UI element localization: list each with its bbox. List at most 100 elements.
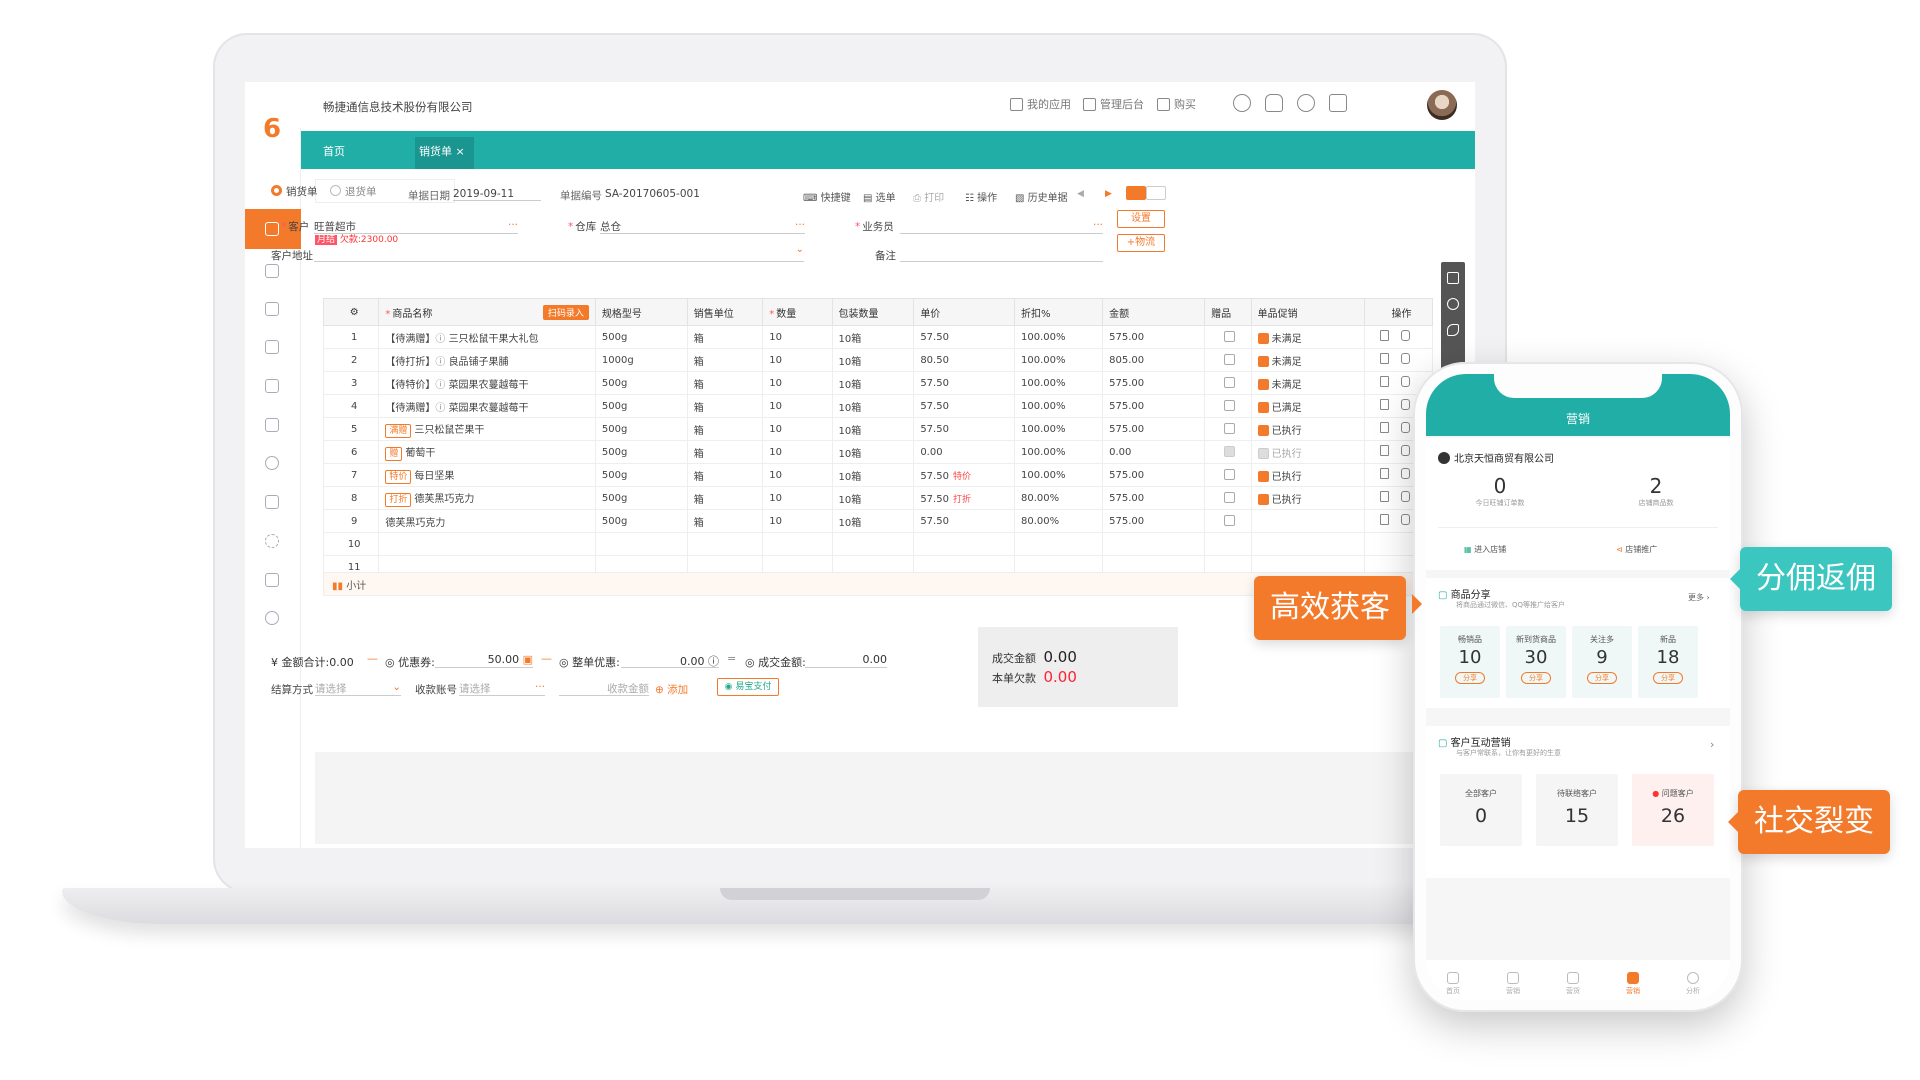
help-icon[interactable]	[1297, 94, 1315, 112]
warehouse-field[interactable]: 总仓 ···	[600, 216, 805, 234]
radio-sales-order[interactable]: 销货单	[271, 184, 318, 199]
promote-store-link[interactable]: ⊲ 店铺推广	[1616, 544, 1657, 555]
copy-icon[interactable]	[1401, 514, 1411, 525]
table-row[interactable]: 6 赠葡萄干 500g 箱 10 10箱 0.00 100.00% 0.00 已执行	[322, 440, 1434, 464]
trash-icon[interactable]	[1380, 422, 1390, 433]
list-view-icon[interactable]	[1126, 186, 1146, 200]
phone-icon[interactable]	[1329, 94, 1347, 112]
add-payment-button[interactable]: ⊕ 添加	[655, 682, 688, 697]
gift-checkbox[interactable]	[1223, 492, 1235, 503]
tag-icon[interactable]	[265, 418, 279, 432]
customers-pending[interactable]: 待联络客户 15	[1536, 774, 1618, 846]
gift-checkbox[interactable]	[1223, 515, 1235, 526]
gift-checkbox[interactable]	[1223, 469, 1235, 480]
phone-nav-home[interactable]: 首页	[1428, 972, 1478, 996]
promo-checkbox[interactable]	[1257, 424, 1269, 436]
history-icon[interactable]	[1447, 298, 1459, 310]
user-icon[interactable]	[265, 456, 279, 470]
home-icon[interactable]	[265, 222, 279, 236]
tab-home[interactable]: 首页	[323, 143, 345, 159]
buy-link[interactable]: 购买	[1157, 96, 1196, 112]
loading-icon[interactable]	[265, 534, 279, 548]
salesman-field[interactable]: ···	[900, 216, 1103, 234]
gift-checkbox[interactable]	[1223, 354, 1235, 365]
share-item-new-arrival[interactable]: 新到货商品 30 分享	[1506, 626, 1566, 698]
promo-checkbox[interactable]	[1257, 355, 1269, 367]
warehouse-icon[interactable]	[265, 379, 279, 393]
gift-checkbox[interactable]	[1223, 446, 1235, 457]
scan-entry-button[interactable]: 扫码录入	[542, 304, 589, 320]
promo-checkbox[interactable]	[1257, 332, 1269, 344]
delete-draft-icon[interactable]	[1447, 272, 1459, 284]
trash-icon[interactable]	[1380, 399, 1390, 410]
tab-sales-order[interactable]: 销货单 ×	[419, 143, 465, 159]
bell-icon[interactable]	[1265, 94, 1283, 112]
promo-checkbox[interactable]	[1257, 470, 1269, 482]
org-icon[interactable]	[265, 302, 279, 316]
promo-checkbox[interactable]	[1257, 493, 1269, 505]
table-row[interactable]: 9 德芙黑巧克力 500g 箱 10 10箱 57.50 80.00% 575.00	[322, 509, 1434, 533]
account-select[interactable]: 请选择 ···	[459, 678, 545, 696]
share-more-link[interactable]: 更多 ›	[1688, 592, 1710, 603]
settings-button[interactable]: 设置	[1117, 210, 1165, 228]
share-item-popular[interactable]: 关注多 9 分享	[1572, 626, 1632, 698]
settle-select[interactable]: 请选择 ⌄	[315, 678, 401, 696]
table-row[interactable]: 5 满赠 三只松鼠芒果干 500g 箱 10 10箱 57.50 100.00% 575.00 已执…	[322, 417, 1434, 441]
shortcut-button[interactable]: ⌨ 快捷键	[803, 189, 851, 204]
table-row[interactable]: 3 【待特价】ⓘ 菜园果农蔓越莓干 500g 箱 10 10箱 57.50 100.00% 57…	[322, 371, 1434, 395]
promo-checkbox[interactable]	[1257, 378, 1269, 390]
date-field[interactable]: 2019-09-11	[453, 188, 541, 201]
coupon-field[interactable]: 50.00 ▣	[435, 650, 533, 668]
copy-icon[interactable]	[1401, 376, 1411, 387]
gift-checkbox[interactable]	[1223, 400, 1235, 411]
prev-arrow-icon[interactable]: ◀	[1077, 189, 1084, 199]
table-row[interactable]: 10	[322, 532, 1434, 556]
copy-icon[interactable]	[1401, 399, 1411, 410]
table-row[interactable]: 4 【待满赠】ⓘ 菜园果农蔓越莓干 500g 箱 10 10箱 57.50 100.00% 57…	[322, 394, 1434, 418]
print-button[interactable]: ⎙ 打印	[913, 189, 944, 204]
search-icon[interactable]	[1233, 94, 1251, 112]
attachment-icon[interactable]	[1447, 324, 1459, 336]
phone-nav-marketing-active[interactable]: 营销	[1608, 972, 1658, 996]
document-icon[interactable]	[265, 495, 279, 509]
my-apps-link[interactable]: 我的应用	[1010, 96, 1071, 112]
trash-icon[interactable]	[1380, 445, 1390, 456]
receive-amount-field[interactable]: 收款金额	[559, 678, 649, 696]
copy-icon[interactable]	[1401, 330, 1411, 341]
promo-checkbox[interactable]	[1257, 447, 1269, 459]
phone-nav-marketing[interactable]: 营销	[1488, 972, 1538, 996]
copy-icon[interactable]	[1401, 353, 1411, 364]
trash-icon[interactable]	[1380, 468, 1390, 479]
radio-return-order[interactable]: 退货单	[330, 184, 377, 199]
admin-link[interactable]: 管理后台	[1083, 96, 1144, 112]
copy-icon[interactable]	[1401, 422, 1411, 433]
house-icon[interactable]	[265, 573, 279, 587]
promo-checkbox[interactable]	[1257, 401, 1269, 413]
cloud-icon[interactable]	[265, 611, 279, 625]
gift-checkbox[interactable]	[1223, 423, 1235, 434]
share-item-new-product[interactable]: 新品 18 分享	[1638, 626, 1698, 698]
trash-icon[interactable]	[1380, 376, 1390, 387]
logistics-button[interactable]: +物流	[1117, 234, 1165, 252]
address-field[interactable]: ⌄	[314, 244, 804, 262]
customers-problem[interactable]: ● 问题客户 26	[1632, 774, 1714, 846]
enter-store-link[interactable]: ▦ 进入店铺	[1464, 544, 1506, 555]
trash-icon[interactable]	[1380, 514, 1390, 525]
share-item-bestseller[interactable]: 畅销品 10 分享	[1440, 626, 1500, 698]
copy-icon[interactable]	[1401, 445, 1411, 456]
column-settings-icon[interactable]: ⚙	[322, 298, 380, 326]
trash-icon[interactable]	[1380, 330, 1390, 341]
table-row[interactable]: 7 特价 每日坚果 500g 箱 10 10箱 57.50 特价 100.00% 575.00 已执行	[322, 463, 1434, 487]
store-icon[interactable]	[265, 264, 279, 278]
copy-icon[interactable]	[1401, 491, 1411, 502]
next-arrow-icon[interactable]: ▶	[1105, 189, 1112, 199]
table-row[interactable]: 8 打折 德芙黑巧克力 500g 箱 10 10箱 57.50 打折 80.00% 575.00 已执…	[322, 486, 1434, 510]
phone-nav-goods[interactable]: 营货	[1548, 972, 1598, 996]
select-button[interactable]: ▤ 选单	[863, 189, 896, 204]
history-button[interactable]: ▧ 历史单据	[1015, 189, 1068, 204]
phone-nav-analysis[interactable]: 分析	[1668, 972, 1718, 996]
avatar[interactable]	[1427, 90, 1457, 120]
truck-icon[interactable]	[265, 340, 279, 354]
copy-icon[interactable]	[1401, 468, 1411, 479]
remark-field[interactable]	[900, 244, 1103, 262]
